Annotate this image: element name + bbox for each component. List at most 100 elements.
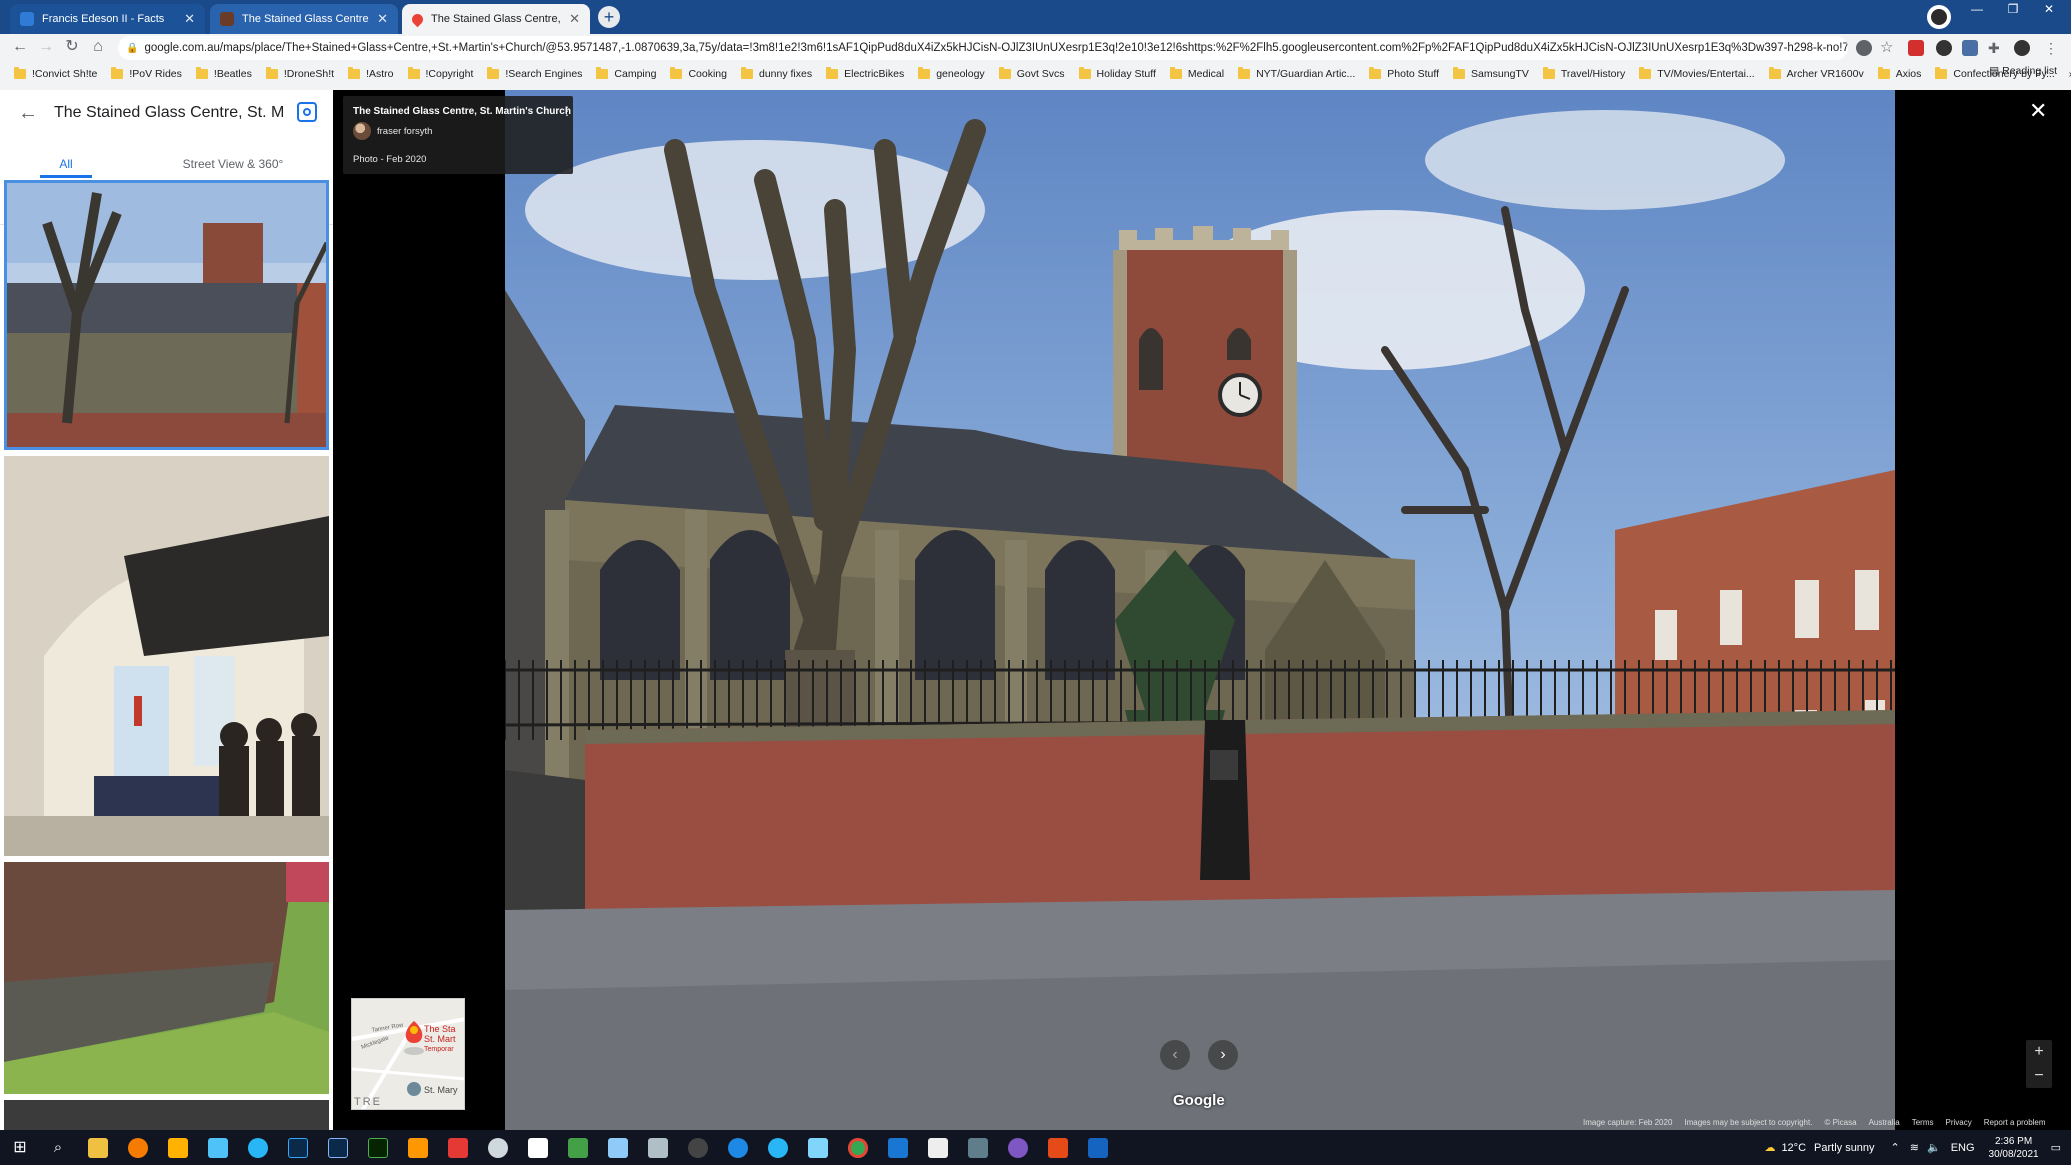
puzzle-extensions-icon[interactable]: ✚ <box>1988 40 2004 56</box>
app-icon[interactable] <box>488 1138 508 1158</box>
weather-temp[interactable]: 12°C <box>1781 1142 1806 1154</box>
next-photo-button[interactable]: › <box>1208 1040 1238 1070</box>
zoom-in-button[interactable]: + <box>2026 1040 2052 1064</box>
bookmark-item[interactable]: TV/Movies/Entertai... <box>1639 67 1755 80</box>
browser-menu-icon[interactable]: ⋮ <box>2044 40 2060 56</box>
media-player-icon[interactable] <box>128 1138 148 1158</box>
tab-close-icon[interactable]: ✕ <box>377 11 388 27</box>
bookmark-item[interactable]: !Convict Sh!te <box>14 67 97 80</box>
reload-icon[interactable]: ↻ <box>60 36 84 58</box>
file-explorer-icon[interactable] <box>88 1138 108 1158</box>
photo-thumbnail-partial[interactable] <box>4 1100 329 1130</box>
app-icon[interactable] <box>648 1138 668 1158</box>
country-link[interactable]: Australia <box>1869 1118 1900 1130</box>
report-problem-link[interactable]: Report a problem <box>1984 1118 2046 1130</box>
app-icon[interactable] <box>768 1138 788 1158</box>
terms-link[interactable]: Terms <box>1912 1118 1934 1130</box>
dreamweaver-icon[interactable] <box>368 1138 388 1158</box>
bookmark-item[interactable]: !Astro <box>348 67 394 80</box>
app-icon[interactable] <box>688 1138 708 1158</box>
app-icon[interactable] <box>968 1138 988 1158</box>
weather-description[interactable]: Partly sunny <box>1814 1142 1875 1154</box>
outlook-icon[interactable] <box>1088 1138 1108 1158</box>
bookmark-item[interactable]: !DroneSh!t <box>265 67 334 80</box>
photo-author[interactable]: fraser forsyth <box>377 126 432 137</box>
app-icon[interactable] <box>808 1138 828 1158</box>
extension-badge-icon[interactable] <box>1962 40 1978 56</box>
wifi-icon[interactable]: ≋ <box>1910 1141 1919 1154</box>
browser-tab-maps-active[interactable]: The Stained Glass Centre, St. Ma ✕ <box>402 4 590 34</box>
pdf-extension-icon[interactable] <box>1908 40 1924 56</box>
dropbox-icon[interactable] <box>888 1138 908 1158</box>
previous-photo-button[interactable]: ‹ <box>1160 1040 1190 1070</box>
tab-all-photos[interactable]: All <box>40 150 92 178</box>
chevron-up-icon[interactable]: ⌃ <box>1891 1141 1900 1154</box>
reading-list-button[interactable]: ▤ Reading list <box>1989 65 2057 77</box>
notepad-icon[interactable] <box>928 1138 948 1158</box>
clock[interactable]: 2:36 PM 30/08/2021 <box>1989 1135 2039 1161</box>
browser-tab-stained-glass-site[interactable]: The Stained Glass Centre | St Ma ✕ <box>210 4 398 34</box>
browser-tab-facts[interactable]: Francis Edeson II - Facts ✕ <box>10 4 205 34</box>
app-icon[interactable] <box>608 1138 628 1158</box>
app-icon[interactable] <box>568 1138 588 1158</box>
more-options-icon[interactable]: ⋮ <box>561 104 573 118</box>
vlc-icon[interactable] <box>408 1138 428 1158</box>
bookmark-item[interactable]: Axios <box>1877 67 1921 80</box>
acrobat-icon[interactable] <box>448 1138 468 1158</box>
pen-app-icon[interactable] <box>168 1138 188 1158</box>
bookmark-item[interactable]: !Beatles <box>195 67 252 80</box>
windows-start-icon[interactable]: ⊞ <box>10 1138 30 1158</box>
tab-close-icon[interactable]: ✕ <box>184 11 195 27</box>
profile-icon[interactable] <box>1927 5 1951 29</box>
bookmark-item[interactable]: ElectricBikes <box>826 67 904 80</box>
church-main-photo[interactable] <box>505 90 1895 1130</box>
bookmark-item[interactable]: SamsungTV <box>1453 67 1529 80</box>
bookmark-item[interactable]: NYT/Guardian Artic... <box>1238 67 1355 80</box>
bookmark-item[interactable]: !Search Engines <box>487 67 582 80</box>
search-icon[interactable]: ⌕ <box>48 1138 68 1158</box>
new-tab-button[interactable]: + <box>598 6 620 28</box>
back-arrow-icon[interactable]: ← <box>8 36 32 58</box>
app-icon[interactable] <box>728 1138 748 1158</box>
chrome-icon[interactable] <box>848 1138 868 1158</box>
close-viewer-icon[interactable]: ✕ <box>2029 98 2047 124</box>
zoom-out-button[interactable]: − <box>2026 1064 2052 1088</box>
bookmark-item[interactable]: Cooking <box>670 67 727 80</box>
privacy-link[interactable]: Privacy <box>1946 1118 1972 1130</box>
add-photo-camera-icon[interactable] <box>297 102 317 122</box>
tab-street-view[interactable]: Street View & 360° <box>168 150 298 178</box>
photo-place-name[interactable]: The Stained Glass Centre, St. Martin's C… <box>353 106 571 117</box>
author-avatar[interactable] <box>353 122 371 140</box>
forward-arrow-icon[interactable]: → <box>34 36 58 58</box>
share-icon[interactable] <box>1856 40 1872 56</box>
bookmark-item[interactable]: Medical <box>1169 67 1224 80</box>
bookmark-item[interactable]: Archer VR1600v <box>1768 67 1864 80</box>
home-icon[interactable]: ⌂ <box>86 36 110 58</box>
bookmark-item[interactable]: Photo Stuff <box>1369 67 1439 80</box>
edge-icon[interactable] <box>248 1138 268 1158</box>
back-arrow-icon[interactable]: ← <box>18 102 38 125</box>
weather-cloud-icon[interactable]: ☁ <box>1764 1141 1775 1154</box>
account-avatar-icon[interactable] <box>2014 40 2030 56</box>
office-icon[interactable] <box>1048 1138 1068 1158</box>
language-indicator[interactable]: ENG <box>1951 1142 1975 1154</box>
lightroom-icon[interactable] <box>328 1138 348 1158</box>
app-icon[interactable] <box>1008 1138 1028 1158</box>
window-close-button[interactable]: ✕ <box>2026 0 2071 20</box>
photoshop-icon[interactable] <box>288 1138 308 1158</box>
bookmark-item[interactable]: Camping <box>596 67 656 80</box>
bookmark-item[interactable]: geneology <box>918 67 985 80</box>
photo-thumbnail-church-interior[interactable] <box>4 456 329 856</box>
notifications-icon[interactable]: ▭ <box>2051 1141 2061 1154</box>
bookmark-item[interactable]: Travel/History <box>1542 67 1625 80</box>
bookmark-item[interactable]: Holiday Stuff <box>1078 67 1156 80</box>
extension-icon[interactable] <box>1936 40 1952 56</box>
address-bar[interactable]: 🔒 google.com.au/maps/place/The+Stained+G… <box>118 36 1848 60</box>
bookmark-item[interactable]: !PoV Rides <box>111 67 182 80</box>
bookmark-item[interactable]: !Copyright <box>407 67 473 80</box>
photo-thumbnail-church-exterior[interactable] <box>4 180 329 450</box>
bookmark-item[interactable]: dunny fixes <box>740 67 812 80</box>
bookmark-item[interactable]: Govt Svcs <box>998 67 1065 80</box>
tab-close-icon[interactable]: ✕ <box>569 11 580 27</box>
bookmark-star-icon[interactable]: ☆ <box>1880 40 1896 56</box>
